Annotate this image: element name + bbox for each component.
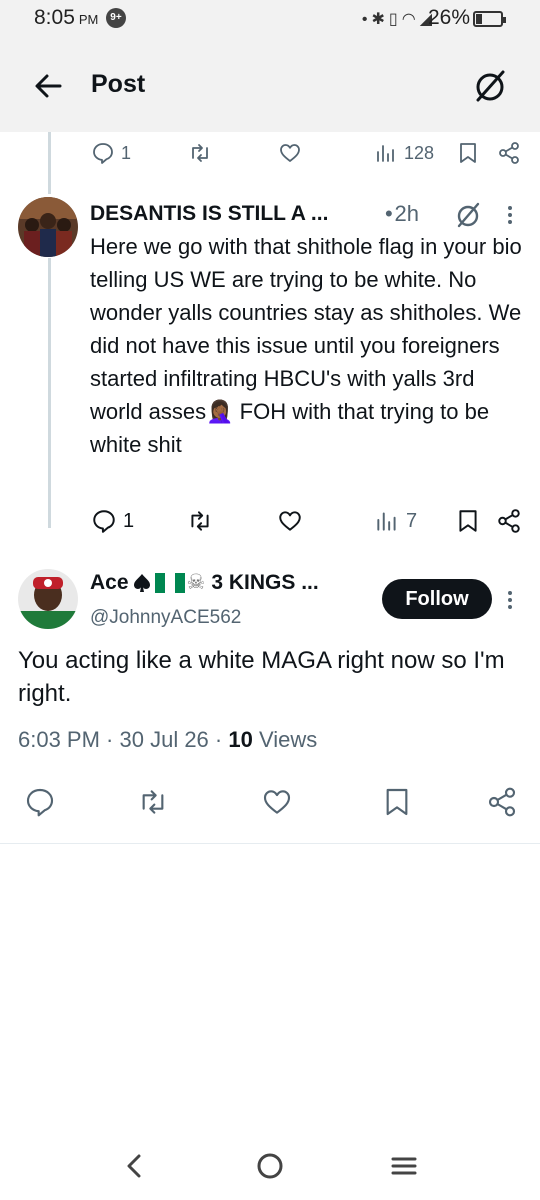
views-count: 128 (404, 142, 435, 163)
share-action[interactable] (497, 141, 521, 165)
system-nav-bar (0, 1130, 540, 1200)
skull-crossbones-icon: ☠ (186, 571, 206, 594)
repost-icon (142, 790, 164, 814)
reply-action[interactable] (24, 786, 56, 818)
chevron-left-icon (127, 1154, 141, 1178)
like-action[interactable] (278, 141, 302, 165)
bookmark-action[interactable] (456, 508, 480, 534)
thread-line (48, 258, 51, 528)
display-name[interactable]: DESANTIS IS STILL A ... (90, 202, 328, 226)
grok-icon (476, 70, 505, 102)
tweet-time[interactable]: • 2h (385, 201, 419, 227)
battery-fill (476, 14, 482, 24)
avatar[interactable] (18, 197, 78, 257)
battery-percent: 26% (428, 6, 471, 29)
tweet-text: Here we go with that shithole flag in yo… (90, 234, 522, 457)
avatar-image-icon (18, 569, 78, 629)
display-name[interactable]: Ace ☠ 3 KINGS ... (90, 570, 319, 595)
spade-icon (133, 573, 150, 592)
reply-count: 1 (123, 509, 135, 532)
avatar[interactable] (18, 569, 78, 629)
heart-icon (279, 511, 301, 531)
nav-back-button[interactable] (117, 1148, 153, 1184)
back-button[interactable] (30, 68, 66, 104)
bar-chart-icon (377, 145, 394, 162)
grok-button[interactable] (453, 200, 483, 230)
comment-icon (93, 510, 115, 533)
bluetooth-icon: ✱ (371, 11, 389, 28)
share-action[interactable] (486, 786, 518, 818)
vibrate-icon: ▯ (388, 11, 402, 28)
like-action[interactable] (261, 786, 293, 818)
arrow-left-icon (35, 74, 62, 98)
views-count: 7 (406, 509, 418, 532)
grok-button[interactable] (470, 66, 510, 106)
page-title: Post (91, 70, 146, 98)
share-icon (499, 142, 519, 164)
header: Post (0, 40, 540, 132)
comment-icon (26, 788, 54, 817)
repost-action[interactable] (188, 141, 212, 165)
repost-action[interactable] (187, 508, 213, 534)
share-icon (498, 509, 520, 533)
status-time: 8:05 PM (34, 6, 99, 29)
grok-icon (457, 202, 480, 228)
bookmark-icon (459, 510, 477, 532)
menu-lines-icon (391, 1157, 417, 1175)
follow-button[interactable]: Follow (382, 579, 492, 619)
divider (0, 843, 540, 844)
user-handle[interactable]: @JohnnyACE562 (90, 607, 241, 629)
views-label[interactable]: Views (259, 727, 317, 752)
bookmark-icon (460, 143, 476, 163)
home-circle-icon (257, 1153, 283, 1179)
avatar-image-icon (18, 197, 78, 257)
nav-home-button[interactable] (252, 1148, 288, 1184)
status-bar: 8:05 PM 9+ •✱▯◠◢ 26% (0, 0, 540, 40)
more-button[interactable] (502, 586, 518, 614)
share-icon (488, 787, 516, 817)
views-count: 10 (228, 727, 253, 752)
thread-line (48, 132, 51, 194)
notification-badge: 9+ (106, 8, 126, 28)
nigeria-flag-icon (154, 572, 185, 593)
bar-chart-icon (377, 512, 396, 531)
reply-action[interactable]: 1 (91, 508, 134, 534)
tweet-time[interactable]: 6:03 PM (18, 727, 100, 752)
comment-icon (93, 143, 113, 164)
heart-icon (280, 144, 300, 162)
heart-icon (263, 790, 291, 814)
bookmark-action[interactable] (457, 141, 479, 165)
nav-recents-button[interactable] (386, 1148, 422, 1184)
more-vertical-icon (508, 206, 512, 224)
like-action[interactable] (277, 508, 303, 534)
battery-icon (473, 11, 506, 27)
share-action[interactable] (496, 508, 522, 534)
tweet-text: You acting like a white MAGA right now s… (18, 647, 505, 707)
views-action[interactable]: 128 (374, 141, 434, 165)
repost-action[interactable] (137, 786, 169, 818)
bookmark-icon (386, 788, 408, 816)
dot-icon: • (361, 11, 372, 28)
tweet-date[interactable]: 30 Jul 26 (120, 727, 209, 752)
wifi-icon: ◠ (401, 11, 420, 28)
repost-icon (192, 144, 208, 162)
more-vertical-icon (508, 591, 512, 609)
reply-count: 1 (121, 142, 132, 163)
views-action[interactable]: 7 (374, 508, 417, 534)
more-button[interactable] (500, 200, 520, 230)
tweet-meta: 6:03 PM · 30 Jul 26 · 10 Views (18, 727, 318, 752)
bookmark-action[interactable] (382, 786, 412, 818)
repost-icon (191, 511, 209, 531)
reply-action[interactable]: 1 (91, 141, 131, 165)
status-icons: •✱▯◠◢ (362, 9, 436, 29)
